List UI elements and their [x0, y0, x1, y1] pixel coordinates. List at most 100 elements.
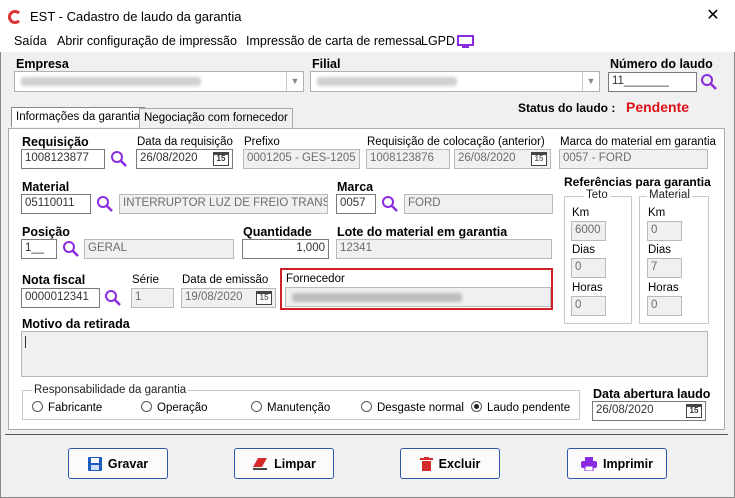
save-icon	[87, 456, 102, 471]
radio-icon[interactable]	[141, 401, 152, 412]
material-desc-input: INTERRUPTOR LUZ DE FREIO TRANSIT	[119, 194, 328, 214]
search-icon[interactable]	[96, 195, 113, 212]
radio-icon[interactable]	[361, 401, 372, 412]
mat-dias-input: 7	[647, 258, 682, 278]
status-value: Pendente	[626, 99, 690, 115]
lote-input: 12341	[336, 239, 552, 259]
limpar-button[interactable]: Limpar	[234, 448, 334, 479]
filial-label: Filial	[312, 57, 341, 71]
posicao-code-input[interactable]: 1__	[21, 239, 57, 259]
marca-label: Marca	[337, 180, 374, 194]
data-abertura-value: 26/08/2020	[596, 404, 654, 416]
mat-horas-label: Horas	[648, 282, 679, 294]
radio-desgaste[interactable]: Desgaste normal	[361, 401, 464, 414]
empresa-select[interactable]: ▼	[14, 71, 304, 92]
req-colocacao-date: 26/08/2020 15	[454, 149, 551, 169]
nota-fiscal-label: Nota fiscal	[22, 273, 86, 287]
radio-label: Desgaste normal	[377, 402, 464, 414]
search-icon[interactable]	[381, 195, 398, 212]
search-icon[interactable]	[62, 240, 79, 257]
data-abertura-input[interactable]: 26/08/2020 15	[592, 401, 706, 421]
quantidade-label: Quantidade	[243, 225, 312, 239]
req-colocacao-date-value: 26/08/2020	[458, 152, 516, 164]
title-bar: EST - Cadastro de laudo da garantia ✕	[0, 0, 735, 32]
teto-km-input: 6000	[571, 221, 606, 241]
radio-label: Manutenção	[267, 402, 331, 414]
menu-saida[interactable]: Saída	[14, 34, 47, 48]
req-colocacao-input: 1008123876	[366, 149, 450, 169]
chevron-down-icon[interactable]: ▼	[582, 72, 599, 91]
menu-lgpd[interactable]: LGPD	[421, 34, 455, 48]
mat-km-input: 0	[647, 221, 682, 241]
data-requisicao-label: Data da requisição	[137, 136, 233, 148]
teto-km-label: Km	[572, 207, 590, 219]
calendar-icon[interactable]: 15	[686, 404, 702, 418]
radio-icon[interactable]	[251, 401, 262, 412]
filial-select[interactable]: ▼	[310, 71, 600, 92]
teto-horas-label: Horas	[572, 282, 603, 294]
imprimir-button[interactable]: Imprimir	[567, 448, 667, 479]
material-ref-label: Material	[647, 189, 692, 201]
marca-material-label: Marca do material em garantia	[560, 136, 716, 148]
separator	[5, 434, 728, 435]
search-icon[interactable]	[104, 289, 121, 306]
radio-fabricante[interactable]: Fabricante	[32, 401, 102, 414]
req-colocacao-label: Requisição de colocação (anterior)	[367, 136, 545, 148]
material-code-input[interactable]: 05110011	[21, 194, 91, 214]
marca-code-input[interactable]: 0057	[336, 194, 376, 214]
teto-dias-label: Dias	[572, 244, 596, 256]
teto-dias-input: 0	[571, 258, 606, 278]
window-title: EST - Cadastro de laudo da garantia	[30, 9, 242, 24]
nota-fiscal-input[interactable]: 0000012341	[21, 288, 100, 308]
radio-selected-icon[interactable]	[471, 401, 482, 412]
motivo-label: Motivo da retirada	[22, 317, 130, 331]
excluir-label: Excluir	[438, 456, 481, 471]
prefixo-label: Prefixo	[244, 136, 280, 148]
data-emissao-value: 19/08/2020	[185, 291, 243, 303]
marca-desc-input: FORD	[404, 194, 553, 214]
serie-label: Série	[132, 274, 159, 286]
menu-abrir-config[interactable]: Abrir configuração de impressão	[57, 34, 237, 48]
gravar-button[interactable]: Gravar	[68, 448, 168, 479]
menu-bar: Saída Abrir configuração de impressão Im…	[0, 32, 735, 52]
radio-label: Fabricante	[48, 402, 103, 414]
quantidade-input[interactable]: 1,000	[242, 239, 329, 259]
motivo-textarea[interactable]	[21, 331, 708, 377]
data-emissao-input: 19/08/2020 15	[181, 288, 276, 308]
numero-laudo-input[interactable]: 11_______	[608, 72, 697, 92]
posicao-desc-input: GERAL	[84, 239, 234, 259]
chevron-down-icon[interactable]: ▼	[286, 72, 303, 91]
data-requisicao-input[interactable]: 26/08/2020 15	[136, 149, 233, 169]
limpar-label: Limpar	[274, 456, 316, 471]
fornecedor-label: Fornecedor	[286, 273, 345, 285]
posicao-label: Posição	[22, 225, 70, 239]
excluir-button[interactable]: Excluir	[400, 448, 500, 479]
serie-input: 1	[131, 288, 174, 308]
search-icon[interactable]	[110, 150, 127, 167]
tab-negociacao[interactable]: Negociação com fornecedor	[139, 108, 293, 128]
radio-label: Laudo pendente	[487, 402, 571, 414]
menu-impressao-carta[interactable]: Impressão de carta de remessa	[246, 34, 422, 48]
radio-icon[interactable]	[32, 401, 43, 412]
eraser-icon	[253, 457, 268, 470]
requisicao-label: Requisição	[22, 135, 89, 149]
material-label: Material	[22, 180, 70, 194]
calendar-icon[interactable]: 15	[213, 152, 229, 166]
search-icon[interactable]	[700, 73, 717, 90]
radio-laudo-pendente[interactable]: Laudo pendente	[471, 401, 570, 414]
tab-informacoes[interactable]: Informações da garantia	[11, 107, 146, 127]
calendar-icon[interactable]: 15	[531, 152, 547, 166]
data-requisicao-value: 26/08/2020	[140, 152, 198, 164]
calendar-icon[interactable]: 15	[256, 291, 272, 305]
numero-laudo-label: Número do laudo	[610, 57, 713, 71]
monitor-icon[interactable]	[457, 35, 474, 49]
close-icon[interactable]: ✕	[700, 3, 726, 29]
data-emissao-label: Data de emissão	[182, 274, 269, 286]
imprimir-label: Imprimir	[602, 456, 653, 471]
prefixo-input: 0001205 - GES-1205	[243, 149, 360, 169]
mat-horas-input: 0	[647, 296, 682, 316]
radio-operacao[interactable]: Operação	[141, 401, 208, 414]
radio-manutencao[interactable]: Manutenção	[251, 401, 330, 414]
marca-material-input: 0057 - FORD	[559, 149, 708, 169]
requisicao-input[interactable]: 1008123877	[21, 149, 105, 169]
